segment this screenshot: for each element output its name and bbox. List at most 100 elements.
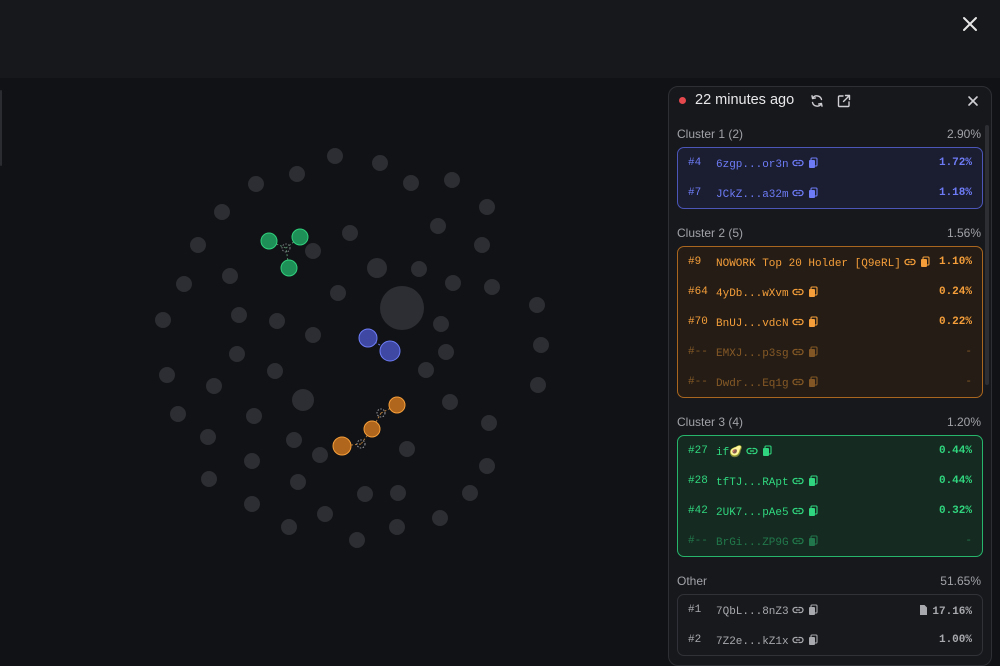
- holder-bubble[interactable]: [432, 510, 448, 526]
- holder-bubble[interactable]: [342, 225, 358, 241]
- copy-icon[interactable]: [758, 445, 773, 459]
- holder-row[interactable]: #64 4yDb...wXvm 0.24%: [678, 277, 982, 307]
- close-icon[interactable]: [965, 93, 981, 109]
- holder-bubble[interactable]: [190, 237, 206, 253]
- holder-bubble[interactable]: [200, 429, 216, 445]
- close-modal-icon[interactable]: [958, 12, 982, 36]
- holder-bubble[interactable]: [484, 279, 500, 295]
- holder-row[interactable]: #-- EMXJ...p3sg -: [678, 337, 982, 367]
- link-icon[interactable]: [789, 318, 804, 330]
- holder-bubble[interactable]: [214, 204, 230, 220]
- holder-bubble[interactable]: [372, 155, 388, 171]
- holder-bubble[interactable]: [433, 316, 449, 332]
- link-icon[interactable]: [789, 378, 804, 390]
- holder-bubble[interactable]: [442, 394, 458, 410]
- holder-bubble[interactable]: [349, 532, 365, 548]
- holder-bubble[interactable]: [281, 519, 297, 535]
- holder-bubble[interactable]: [533, 337, 549, 353]
- holder-bubble[interactable]: [327, 148, 343, 164]
- link-icon[interactable]: [743, 447, 758, 459]
- copy-icon[interactable]: [804, 157, 819, 171]
- holder-bubble[interactable]: [246, 408, 262, 424]
- link-icon[interactable]: [789, 606, 804, 618]
- cluster-bubble[interactable]: [388, 396, 406, 414]
- holder-bubble[interactable]: [444, 172, 460, 188]
- holder-bubble[interactable]: [206, 378, 222, 394]
- link-icon[interactable]: [789, 288, 804, 300]
- holder-bubble[interactable]: [438, 344, 454, 360]
- holder-bubble[interactable]: [357, 486, 373, 502]
- holder-bubble[interactable]: [231, 307, 247, 323]
- holder-row[interactable]: #27 if🥑 0.44%: [678, 436, 982, 466]
- copy-icon[interactable]: [804, 346, 819, 360]
- cluster-bubble[interactable]: [358, 328, 378, 348]
- cluster-bubble[interactable]: [363, 420, 381, 438]
- holder-bubble[interactable]: [390, 485, 406, 501]
- holder-row[interactable]: #1 7QbL...8nZ3 17.16%: [678, 595, 982, 625]
- holder-bubble[interactable]: [399, 441, 415, 457]
- holder-bubble[interactable]: [445, 275, 461, 291]
- holder-bubble[interactable]: [305, 243, 321, 259]
- holder-bubble[interactable]: [248, 176, 264, 192]
- cluster-bubble[interactable]: [379, 340, 401, 362]
- holder-bubble[interactable]: [267, 363, 283, 379]
- holder-bubble[interactable]: [170, 406, 186, 422]
- holder-bubble[interactable]: [380, 286, 424, 330]
- cluster-bubble[interactable]: [291, 228, 309, 246]
- copy-icon[interactable]: [804, 475, 819, 489]
- cluster-bubble[interactable]: [280, 259, 298, 277]
- bubble-map[interactable]: [0, 78, 660, 660]
- holder-bubble[interactable]: [244, 453, 260, 469]
- holder-row[interactable]: #-- Dwdr...Eq1g -: [678, 367, 982, 397]
- holder-bubble[interactable]: [389, 519, 405, 535]
- link-icon[interactable]: [789, 507, 804, 519]
- holder-bubble[interactable]: [159, 367, 175, 383]
- holder-bubble[interactable]: [403, 175, 419, 191]
- cluster-bubble[interactable]: [260, 232, 278, 250]
- cluster-bubble[interactable]: [332, 436, 352, 456]
- refresh-icon[interactable]: [809, 93, 825, 109]
- link-icon[interactable]: [789, 537, 804, 549]
- copy-icon[interactable]: [804, 505, 819, 519]
- holder-bubble[interactable]: [481, 415, 497, 431]
- copy-icon[interactable]: [804, 634, 819, 648]
- link-icon[interactable]: [789, 348, 804, 360]
- holder-row[interactable]: #7 JCkZ...a32m 1.18%: [678, 178, 982, 208]
- link-icon[interactable]: [789, 636, 804, 648]
- holder-bubble[interactable]: [289, 166, 305, 182]
- link-icon[interactable]: [901, 258, 916, 270]
- holder-row[interactable]: #9 NOWORK Top 20 Holder [Q9eRL] 1.10%: [678, 247, 982, 277]
- holder-bubble[interactable]: [462, 485, 478, 501]
- holder-bubble[interactable]: [430, 218, 446, 234]
- holder-row[interactable]: #28 tfTJ...RApt 0.44%: [678, 466, 982, 496]
- holder-bubble[interactable]: [317, 506, 333, 522]
- holder-bubble[interactable]: [244, 496, 260, 512]
- holder-bubble[interactable]: [290, 474, 306, 490]
- holder-bubble[interactable]: [286, 432, 302, 448]
- holder-bubble[interactable]: [305, 327, 321, 343]
- holder-row[interactable]: #70 BnUJ...vdcN 0.22%: [678, 307, 982, 337]
- holder-row[interactable]: #4 6zgp...or3n 1.72%: [678, 148, 982, 178]
- copy-icon[interactable]: [804, 286, 819, 300]
- holder-bubble[interactable]: [479, 199, 495, 215]
- holder-bubble[interactable]: [222, 268, 238, 284]
- holder-bubble[interactable]: [292, 389, 314, 411]
- holder-bubble[interactable]: [367, 258, 387, 278]
- holder-bubble[interactable]: [330, 285, 346, 301]
- holder-row[interactable]: #-- BrGi...ZP9G -: [678, 526, 982, 556]
- holder-bubble[interactable]: [155, 312, 171, 328]
- holder-bubble[interactable]: [176, 276, 192, 292]
- holder-row[interactable]: #42 2UK7...pAe5 0.32%: [678, 496, 982, 526]
- holder-bubble[interactable]: [479, 458, 495, 474]
- holder-bubble[interactable]: [529, 297, 545, 313]
- holder-bubble[interactable]: [312, 447, 328, 463]
- copy-icon[interactable]: [804, 187, 819, 201]
- holder-bubble[interactable]: [418, 362, 434, 378]
- holder-bubble[interactable]: [269, 313, 285, 329]
- holder-bubble[interactable]: [474, 237, 490, 253]
- link-icon[interactable]: [789, 477, 804, 489]
- copy-icon[interactable]: [804, 376, 819, 390]
- external-link-icon[interactable]: [836, 93, 852, 109]
- scrollbar-thumb[interactable]: [985, 125, 989, 385]
- copy-icon[interactable]: [804, 604, 819, 618]
